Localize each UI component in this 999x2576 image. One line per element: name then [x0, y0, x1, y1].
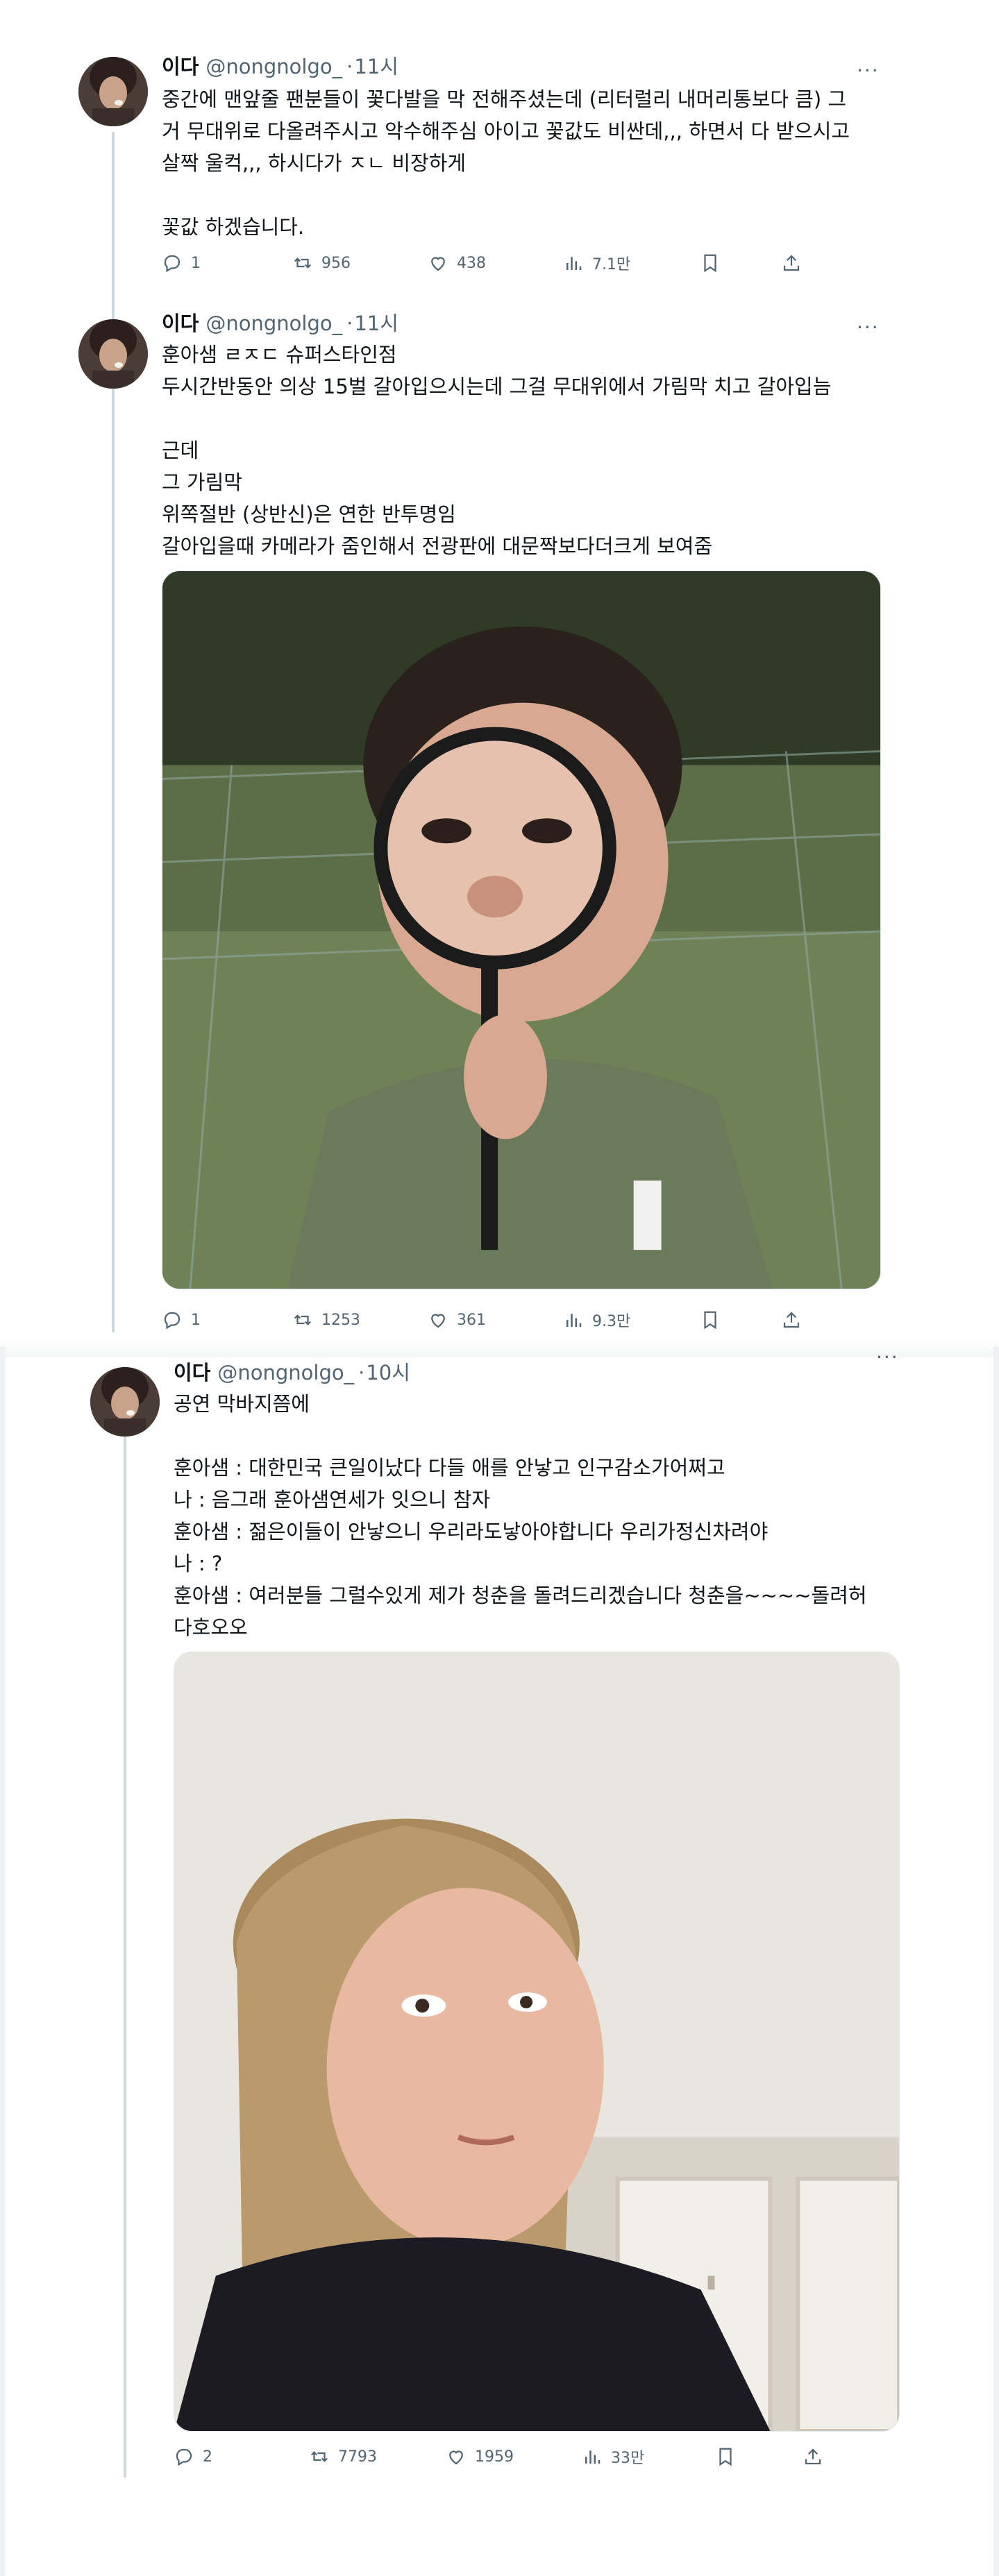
thread-line: [124, 1437, 126, 2477]
retweet-count: 956: [321, 254, 351, 272]
handle[interactable]: @nongnolgo_: [205, 310, 342, 337]
retweet-count: 1253: [321, 1311, 360, 1329]
reply-icon: [164, 1312, 181, 1330]
like-button[interactable]: 438: [428, 249, 486, 277]
tweet-header: 이다 @nongnolgo_ · 11시: [162, 310, 398, 337]
like-button[interactable]: 1959: [446, 2443, 514, 2471]
avatar[interactable]: [78, 57, 148, 126]
tweet-1[interactable]: 이다 @nongnolgo_ · 11시 ··· 중간에 맨앞줄 팬분들이 꽃다…: [0, 0, 999, 1332]
reply-icon: [176, 2448, 192, 2466]
tweet-2[interactable]: 이다 @nongnolgo_ · 11시 ··· 훈아샘 ㄹㅈㄷ 슈퍼스타인점 …: [0, 291, 999, 1346]
handle[interactable]: @nongnolgo_: [205, 53, 342, 80]
bookmark-icon: [719, 2448, 732, 2466]
avatar-photo: [78, 57, 148, 126]
retweet-count: 7793: [338, 2448, 377, 2466]
share-button[interactable]: [803, 2443, 823, 2471]
more-options-icon[interactable]: ···: [857, 61, 880, 80]
timestamp[interactable]: 10시: [366, 1359, 410, 1387]
reply-button[interactable]: 2: [174, 2443, 212, 2471]
woman-side-eye-photo: [174, 1652, 899, 2431]
tweet-header: 이다 @nongnolgo_ · 10시: [174, 1359, 410, 1387]
tweet-text: 훈아샘 ㄹㅈㄷ 슈퍼스타인점 두시간반동안 의상 15벌 갈아입으시는데 그걸 …: [162, 343, 832, 558]
avatar[interactable]: [78, 319, 148, 389]
action-bar: 1 956 438 7.1만: [162, 249, 898, 277]
share-icon: [783, 1312, 800, 1328]
display-name[interactable]: 이다: [162, 310, 199, 337]
views-count: 7.1만: [592, 256, 631, 273]
tweet-image[interactable]: [162, 570, 881, 1289]
avatar-photo: [78, 319, 148, 389]
retweet-button[interactable]: 1253: [292, 1306, 360, 1334]
timestamp[interactable]: 11시: [354, 53, 398, 80]
avatar[interactable]: [90, 1367, 160, 1437]
like-icon: [431, 1314, 445, 1328]
action-bar: 2 7793 1959 33만: [174, 2443, 909, 2471]
bookmark-icon: [704, 254, 716, 273]
views-count: 33만: [611, 2450, 645, 2467]
reply-button[interactable]: 1: [162, 1306, 201, 1334]
like-count: 361: [457, 1311, 486, 1329]
reply-button[interactable]: 1: [162, 249, 201, 277]
display-name[interactable]: 이다: [174, 1359, 210, 1387]
share-icon: [783, 255, 800, 271]
retweet-button[interactable]: 7793: [309, 2443, 377, 2471]
timestamp[interactable]: 11시: [354, 310, 398, 337]
separator-dot: ·: [346, 55, 353, 78]
tweet-image[interactable]: [174, 1652, 900, 2432]
share-button[interactable]: [781, 249, 802, 277]
like-count: 438: [457, 254, 486, 272]
bookmark-button[interactable]: [700, 249, 721, 277]
views-button[interactable]: 33만: [582, 2443, 644, 2471]
like-button[interactable]: 361: [428, 1306, 486, 1334]
display-name[interactable]: 이다: [162, 53, 199, 80]
boy-magnifying-glass-photo: [162, 571, 880, 1289]
bookmark-button[interactable]: [700, 1306, 721, 1334]
views-count: 9.3만: [592, 1313, 631, 1330]
share-icon: [805, 2448, 821, 2465]
separator-dot: ·: [358, 1361, 365, 1384]
retweet-icon: [294, 1314, 312, 1325]
avatar-photo: [90, 1367, 160, 1437]
bookmark-button[interactable]: [715, 2443, 736, 2471]
tweet-text: 중간에 맨앞줄 팬분들이 꽃다발을 막 전해주셨는데 (리터럴리 내머리통보다 …: [162, 87, 850, 239]
like-icon: [449, 2450, 463, 2465]
handle[interactable]: @nongnolgo_: [217, 1359, 354, 1387]
share-button[interactable]: [781, 1306, 802, 1334]
retweet-icon: [310, 2451, 328, 2462]
reply-count: 1: [191, 1311, 201, 1329]
retweet-icon: [294, 257, 312, 269]
bookmark-icon: [704, 1311, 716, 1330]
views-icon: [566, 1314, 582, 1327]
like-count: 1959: [475, 2448, 514, 2466]
views-button[interactable]: 9.3만: [563, 1306, 630, 1334]
reply-icon: [164, 255, 181, 273]
views-button[interactable]: 7.1만: [563, 249, 630, 277]
more-options-icon[interactable]: ···: [876, 1348, 899, 1367]
views-icon: [585, 2450, 601, 2464]
like-icon: [431, 257, 445, 271]
reply-count: 2: [203, 2448, 212, 2466]
tweet-header: 이다 @nongnolgo_ · 11시: [162, 53, 398, 80]
reply-count: 1: [191, 254, 201, 272]
action-bar: 1 1253 361 9.3만: [162, 1306, 898, 1334]
retweet-button[interactable]: 956: [292, 249, 351, 277]
separator-dot: ·: [346, 312, 353, 335]
tweet-text: 공연 막바지쯤에 훈아샘 : 대한민국 큰일이났다 다들 애를 안낳고 인구감소…: [174, 1392, 867, 1639]
more-options-icon[interactable]: ···: [857, 318, 880, 337]
views-icon: [566, 257, 582, 270]
tweet-3[interactable]: 이다 @nongnolgo_ · 10시 ··· 공연 막바지쯤에 훈아샘 : …: [0, 1346, 999, 2576]
